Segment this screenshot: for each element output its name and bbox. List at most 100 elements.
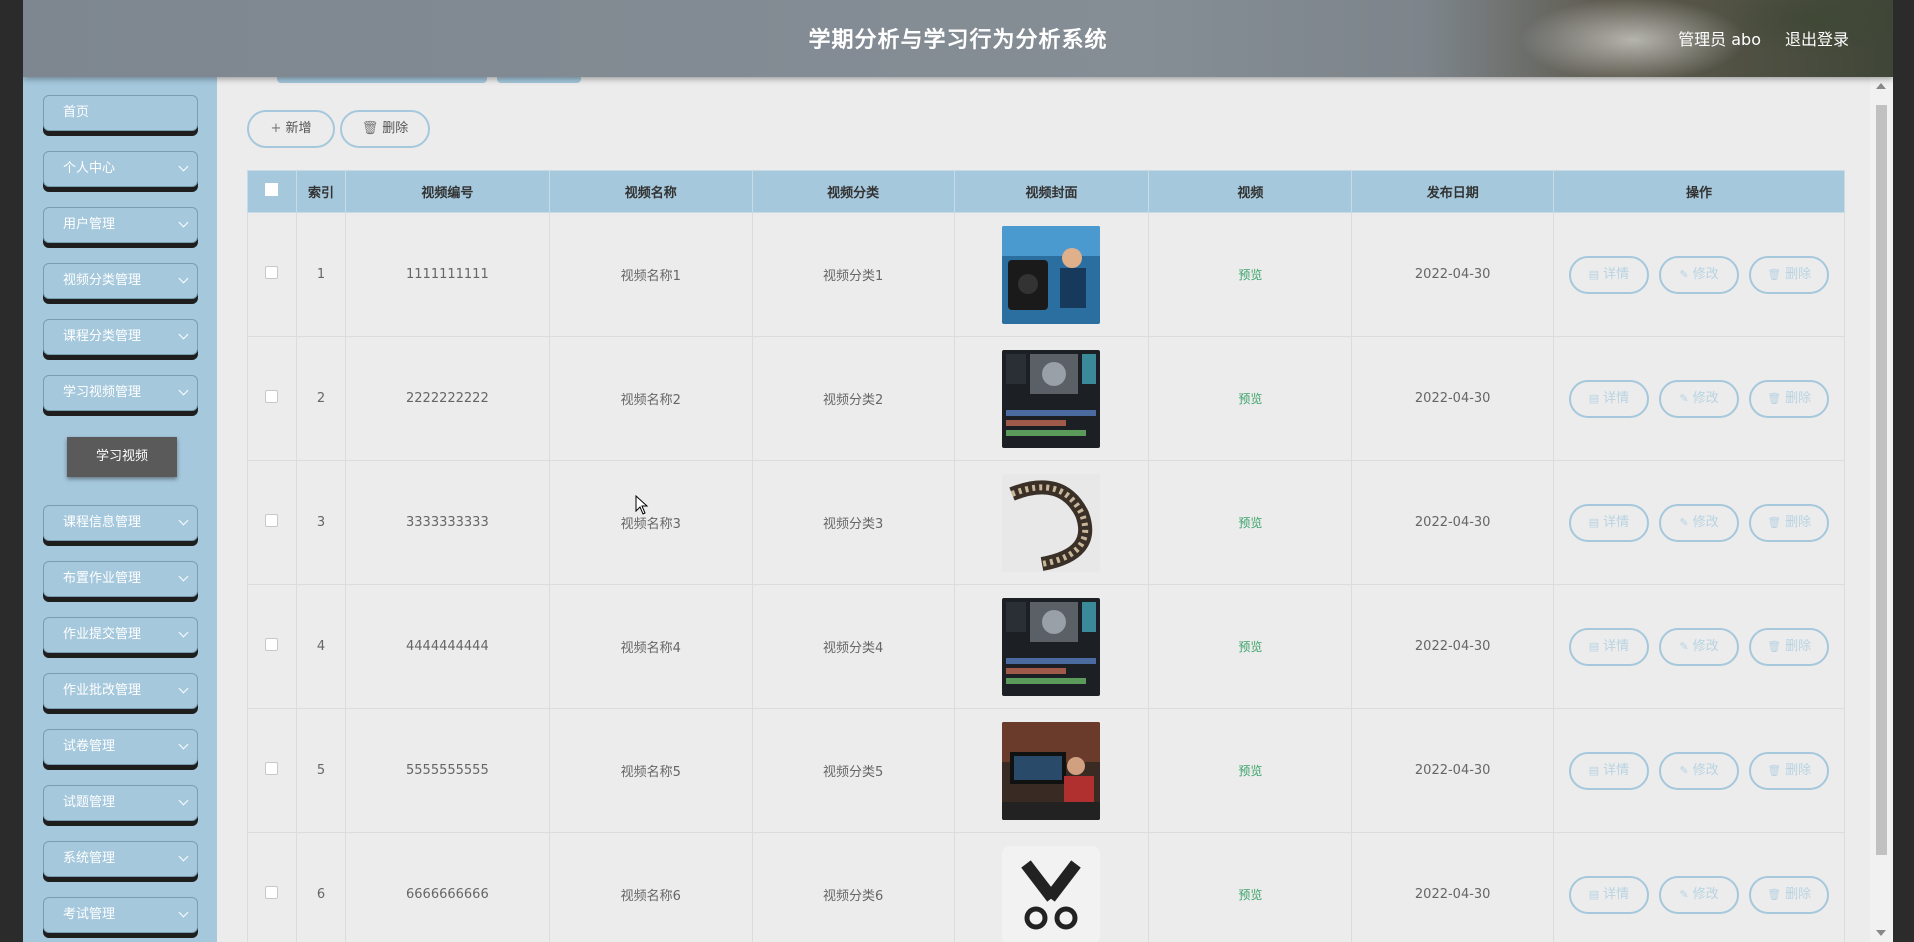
chevron-down-icon bbox=[178, 217, 189, 228]
cell-category: 视频分类4 bbox=[751, 584, 955, 709]
sidebar-item-label: 考试管理 bbox=[63, 907, 116, 922]
video-cover-image[interactable] bbox=[1002, 845, 1101, 942]
delete-button[interactable]: 🗑 删除 bbox=[1749, 503, 1830, 542]
detail-button[interactable]: ▤ 详情 bbox=[1568, 255, 1649, 294]
select-all-checkbox[interactable] bbox=[265, 183, 279, 196]
cell-video: 预览 bbox=[1148, 832, 1353, 942]
delete-button[interactable]: 🗑 删除 bbox=[1749, 627, 1830, 666]
cell-actions: ▤ 详情 ✎ 修改 🗑 删除 bbox=[1553, 708, 1845, 833]
document-icon: ▤ bbox=[1588, 515, 1600, 529]
scroll-up-arrow-icon[interactable] bbox=[1876, 83, 1886, 89]
delete-button[interactable]: 🗑 删除 bbox=[1749, 255, 1830, 294]
video-cover-image[interactable] bbox=[1002, 597, 1101, 696]
pencil-icon: ✎ bbox=[1679, 391, 1689, 405]
row-select-cell bbox=[247, 832, 297, 942]
vertical-scrollbar[interactable] bbox=[1870, 77, 1893, 942]
pencil-icon: ✎ bbox=[1679, 639, 1689, 653]
edit-button[interactable]: ✎ 修改 bbox=[1659, 875, 1740, 914]
add-button[interactable]: + 新增 bbox=[247, 110, 335, 148]
sidebar-item-10[interactable]: 试卷管理 bbox=[43, 729, 198, 765]
header-bar: 学期分析与学习行为分析系统 管理员 abo 退出登录 bbox=[23, 0, 1893, 77]
sidebar-item-8[interactable]: 作业提交管理 bbox=[43, 617, 198, 653]
row-checkbox[interactable] bbox=[265, 638, 279, 651]
logout-link[interactable]: 退出登录 bbox=[1785, 26, 1849, 50]
edit-button[interactable]: ✎ 修改 bbox=[1659, 751, 1740, 790]
trash-icon: 🗑 bbox=[361, 121, 379, 136]
detail-button[interactable]: ▤ 详情 bbox=[1568, 503, 1649, 542]
chevron-down-icon bbox=[178, 851, 189, 862]
batch-delete-button[interactable]: 🗑 删除 bbox=[340, 110, 430, 148]
sidebar-item-2[interactable]: 用户管理 bbox=[43, 207, 198, 243]
cell-name: 视频名称4 bbox=[548, 584, 753, 709]
sidebar-item-4[interactable]: 课程分类管理 bbox=[43, 319, 198, 355]
detail-button[interactable]: ▤ 详情 bbox=[1568, 627, 1649, 666]
detail-button[interactable]: ▤ 详情 bbox=[1568, 379, 1649, 418]
row-checkbox[interactable] bbox=[265, 390, 279, 403]
delete-button[interactable]: 🗑 删除 bbox=[1749, 751, 1830, 790]
preview-link[interactable]: 预览 bbox=[1238, 392, 1262, 406]
edit-button[interactable]: ✎ 修改 bbox=[1659, 255, 1740, 294]
detail-button[interactable]: ▤ 详情 bbox=[1568, 875, 1649, 914]
preview-link[interactable]: 预览 bbox=[1238, 268, 1262, 282]
cell-cover bbox=[953, 584, 1150, 709]
cell-date: 2022-04-30 bbox=[1351, 212, 1555, 337]
trash-icon: 🗑 bbox=[1767, 267, 1782, 281]
cell-cover bbox=[953, 708, 1150, 833]
cell-index: 3 bbox=[295, 460, 346, 585]
edit-button[interactable]: ✎ 修改 bbox=[1659, 503, 1740, 542]
sidebar-item-12[interactable]: 系统管理 bbox=[43, 841, 198, 877]
video-cover-image[interactable] bbox=[1002, 349, 1101, 448]
sidebar-item-label: 试题管理 bbox=[63, 795, 116, 810]
sidebar-subitem-learning-video[interactable]: 学习视频 bbox=[67, 437, 177, 477]
preview-link[interactable]: 预览 bbox=[1238, 640, 1262, 654]
row-checkbox[interactable] bbox=[265, 514, 279, 527]
cell-actions: ▤ 详情 ✎ 修改 🗑 删除 bbox=[1553, 584, 1845, 709]
sidebar-item-0[interactable]: 首页 bbox=[43, 95, 198, 131]
preview-link[interactable]: 预览 bbox=[1238, 764, 1262, 778]
edit-button[interactable]: ✎ 修改 bbox=[1659, 379, 1740, 418]
collapsed-search-button[interactable] bbox=[277, 77, 487, 83]
scroll-down-arrow-icon[interactable] bbox=[1876, 930, 1886, 936]
edit-button[interactable]: ✎ 修改 bbox=[1659, 627, 1740, 666]
cell-video: 预览 bbox=[1148, 336, 1353, 461]
sidebar-item-label: 视频分类管理 bbox=[63, 273, 142, 288]
cell-code: 6666666666 bbox=[344, 832, 550, 942]
pencil-icon: ✎ bbox=[1679, 515, 1689, 529]
row-checkbox[interactable] bbox=[265, 266, 279, 279]
sidebar-item-6[interactable]: 课程信息管理 bbox=[43, 505, 198, 541]
video-cover-image[interactable] bbox=[1002, 721, 1101, 820]
sidebar-item-1[interactable]: 个人中心 bbox=[43, 151, 198, 187]
sidebar-item-11[interactable]: 试题管理 bbox=[43, 785, 198, 821]
preview-link[interactable]: 预览 bbox=[1238, 516, 1262, 530]
cell-video: 预览 bbox=[1148, 212, 1353, 337]
document-icon: ▤ bbox=[1588, 887, 1600, 901]
cell-index: 1 bbox=[295, 212, 346, 337]
sidebar-item-5[interactable]: 学习视频管理 bbox=[43, 375, 198, 411]
col-date: 发布日期 bbox=[1351, 170, 1555, 213]
scrollbar-thumb[interactable] bbox=[1876, 105, 1887, 855]
sidebar-item-13[interactable]: 考试管理 bbox=[43, 897, 198, 933]
detail-button[interactable]: ▤ 详情 bbox=[1568, 751, 1649, 790]
delete-button[interactable]: 🗑 删除 bbox=[1749, 379, 1830, 418]
video-cover-image[interactable] bbox=[1002, 225, 1101, 324]
trash-icon: 🗑 bbox=[1767, 391, 1782, 405]
sidebar-item-label: 学习视频管理 bbox=[63, 385, 142, 400]
sidebar-item-7[interactable]: 布置作业管理 bbox=[43, 561, 198, 597]
cell-code: 3333333333 bbox=[344, 460, 550, 585]
video-cover-image[interactable] bbox=[1002, 473, 1101, 572]
col-code: 视频编号 bbox=[344, 170, 550, 213]
sidebar-item-9[interactable]: 作业批改管理 bbox=[43, 673, 198, 709]
row-checkbox[interactable] bbox=[265, 886, 279, 899]
row-checkbox[interactable] bbox=[265, 762, 279, 775]
col-category: 视频分类 bbox=[751, 170, 955, 213]
chevron-down-icon bbox=[178, 907, 189, 918]
sidebar-item-label: 作业批改管理 bbox=[63, 683, 142, 698]
table-row: 5 5555555555 视频名称5 视频分类5 预览 2022-04-30 ▤… bbox=[247, 708, 1845, 833]
select-all-cell bbox=[247, 170, 297, 213]
collapsed-reset-button[interactable] bbox=[497, 77, 581, 83]
delete-button[interactable]: 🗑 删除 bbox=[1749, 875, 1830, 914]
cell-code: 1111111111 bbox=[344, 212, 550, 337]
cell-index: 2 bbox=[295, 336, 346, 461]
preview-link[interactable]: 预览 bbox=[1238, 888, 1262, 902]
sidebar-item-3[interactable]: 视频分类管理 bbox=[43, 263, 198, 299]
